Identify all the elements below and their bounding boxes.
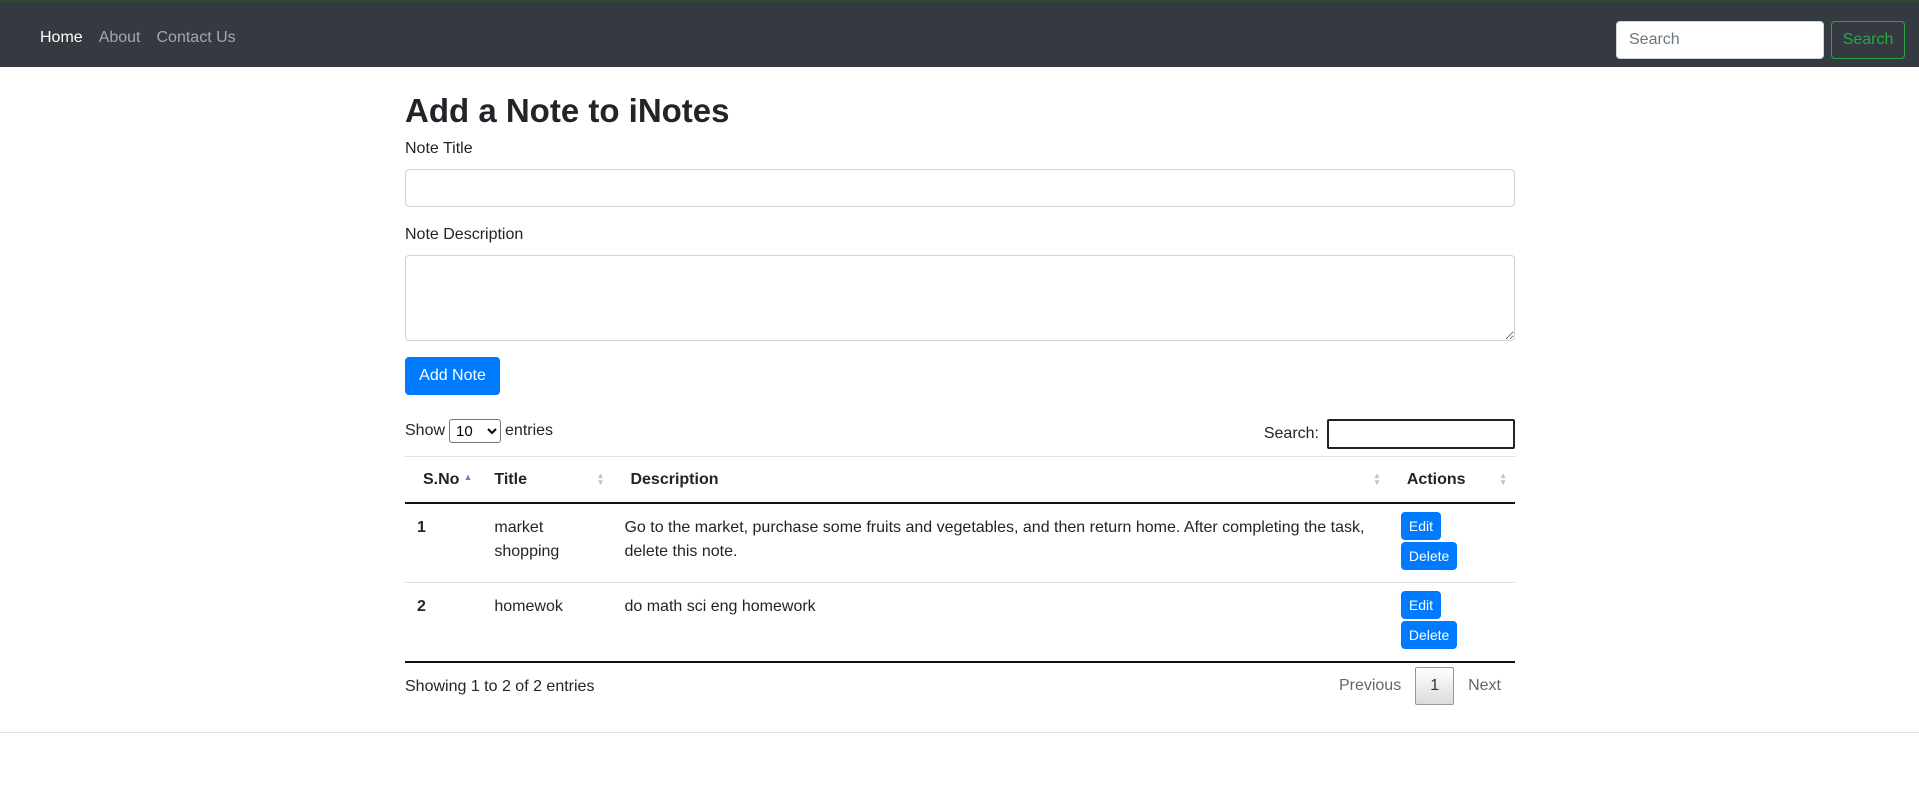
nav-link-home[interactable]: Home — [40, 29, 83, 47]
sort-icon: ▲ ▼ — [596, 471, 605, 487]
nav-search-button[interactable]: Search — [1831, 21, 1905, 59]
nav-link-contact-us[interactable]: Contact Us — [157, 29, 236, 47]
page-title: Add a Note to iNotes — [405, 92, 730, 129]
column-header-label: S.No — [423, 470, 460, 488]
table-info: Showing 1 to 2 of 2 entries — [405, 678, 595, 695]
cell-sno: 1 — [405, 503, 483, 583]
navbar: Home About Contact Us Search — [0, 0, 1919, 67]
cell-actions: Edit Delete — [1388, 503, 1515, 583]
sort-icon: ▲ ▼ — [1372, 471, 1381, 487]
column-header-actions[interactable]: Actions ▲ ▼ — [1388, 456, 1515, 504]
column-header-title[interactable]: Title ▲ ▼ — [482, 456, 613, 504]
pagination-previous[interactable]: Previous — [1325, 667, 1415, 705]
add-note-button[interactable]: Add Note — [405, 357, 500, 395]
table-row: 2 homewok do math sci eng homework Edit … — [405, 582, 1515, 663]
show-label: Show — [405, 422, 446, 439]
table-search-label: Search: — [1263, 425, 1319, 442]
nav-search-input[interactable] — [1616, 21, 1824, 59]
cell-actions: Edit Delete — [1388, 582, 1515, 663]
note-description-textarea[interactable] — [405, 255, 1515, 341]
table-row: 1 market shopping Go to the market, purc… — [405, 503, 1515, 583]
entries-length-select[interactable]: 10 25 50 100 — [449, 419, 502, 443]
delete-button[interactable]: Delete — [1400, 621, 1458, 649]
pagination-next[interactable]: Next — [1454, 667, 1515, 705]
column-header-label: Actions — [1406, 470, 1466, 488]
note-description-label: Note Description — [405, 226, 524, 243]
notes-table: S.No ▲ Title ▲ ▼ Description ▲ ▼ Actions ▲ ▼… — [405, 456, 1515, 663]
column-header-sno[interactable]: S.No ▲ — [405, 456, 483, 504]
entries-label: entries — [505, 422, 554, 439]
table-header-row: S.No ▲ Title ▲ ▼ Description ▲ ▼ Actions ▲ ▼ — [405, 456, 1515, 504]
nav-links: Home About Contact Us — [40, 29, 236, 47]
column-header-description[interactable]: Description ▲ ▼ — [612, 456, 1389, 504]
edit-button[interactable]: Edit — [1400, 591, 1441, 619]
cell-title: homewok — [482, 582, 613, 663]
note-title-label: Note Title — [405, 140, 473, 157]
cell-description: Go to the market, purchase some fruits a… — [612, 503, 1389, 583]
sort-icon: ▲ ▼ — [1499, 471, 1507, 487]
nav-link-about[interactable]: About — [99, 29, 141, 47]
delete-button[interactable]: Delete — [1400, 542, 1458, 570]
footer-divider — [0, 732, 1919, 733]
cell-title: market shopping — [482, 503, 613, 583]
entries-length-control: Show 10 25 50 100 entries — [405, 419, 553, 443]
pagination: Previous 1 Next — [1325, 667, 1515, 705]
note-title-input[interactable] — [405, 169, 1515, 207]
cell-description: do math sci eng homework — [612, 582, 1389, 663]
sort-ascending-icon: ▲ — [463, 471, 473, 482]
cell-sno: 2 — [405, 582, 483, 663]
column-header-label: Description — [630, 470, 719, 488]
pagination-page-1[interactable]: 1 — [1415, 667, 1455, 705]
table-filter-control: Search: — [1264, 419, 1515, 449]
edit-button[interactable]: Edit — [1400, 512, 1441, 540]
column-header-label: Title — [494, 470, 527, 488]
table-search-input[interactable] — [1327, 419, 1515, 449]
